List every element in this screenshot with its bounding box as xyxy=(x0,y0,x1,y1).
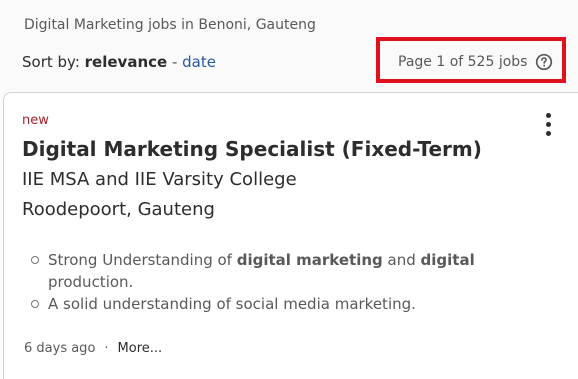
job-location: Roodepoort, Gauteng xyxy=(22,199,215,220)
job-title-link[interactable]: Digital Marketing Specialist (Fixed-Term… xyxy=(22,137,482,161)
footer-separator: · xyxy=(104,341,109,356)
sort-bar: Sort by: relevance - date xyxy=(22,53,216,71)
snippet-bullet: A solid understanding of social media ma… xyxy=(31,293,548,315)
job-snippet: Strong Understanding of digital marketin… xyxy=(30,249,548,315)
sort-separator: - xyxy=(167,53,183,71)
company-name: IIE MSA and IIE Varsity College xyxy=(22,169,297,190)
job-search-results: Digital Marketing jobs in Benoni, Gauten… xyxy=(0,0,578,379)
sort-date-link[interactable]: date xyxy=(182,53,216,71)
snippet-bullet: Strong Understanding of digital marketin… xyxy=(31,249,548,293)
more-link[interactable]: More... xyxy=(118,341,163,356)
search-context-heading: Digital Marketing jobs in Benoni, Gauten… xyxy=(24,17,316,33)
job-card[interactable] xyxy=(3,92,578,379)
question-circle-icon[interactable] xyxy=(535,53,553,71)
job-footer: 6 days ago · More... xyxy=(24,341,162,356)
sort-relevance: relevance xyxy=(84,53,168,71)
sort-label: Sort by: xyxy=(22,53,85,71)
posted-date: 6 days ago xyxy=(24,341,96,356)
new-badge: new xyxy=(22,113,49,128)
page-count: Page 1 of 525 jobs xyxy=(398,54,528,70)
more-options-icon[interactable] xyxy=(538,113,558,139)
